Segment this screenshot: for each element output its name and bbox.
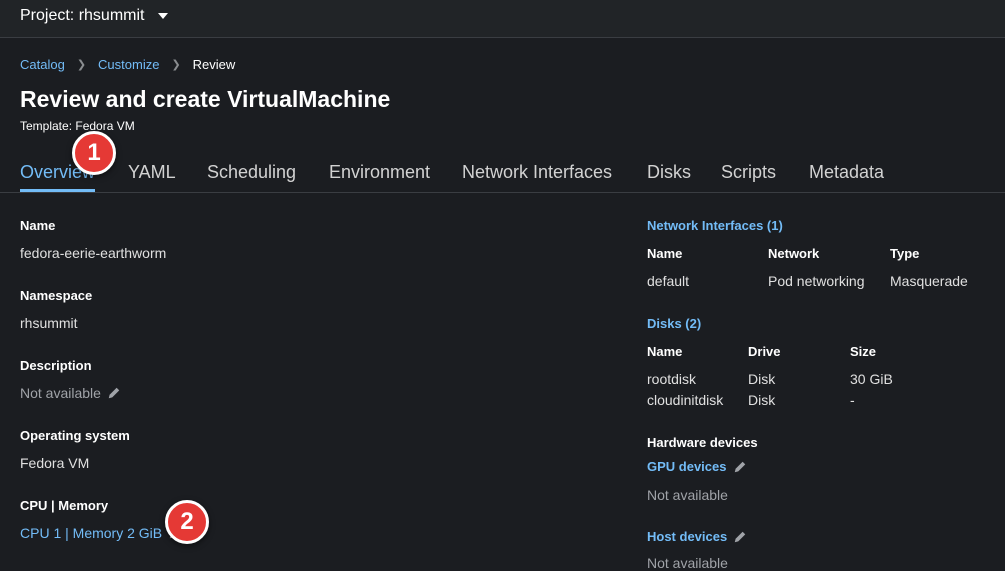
tab-scheduling[interactable]: Scheduling (207, 162, 296, 183)
annotation-marker-1: 1 (72, 131, 116, 175)
ni-row-name: default (647, 273, 690, 289)
name-label: Name (20, 218, 56, 233)
disks-title[interactable]: Disks (2) (647, 316, 701, 331)
host-devices-value: Not available (647, 555, 728, 571)
pencil-icon[interactable] (107, 386, 121, 400)
tab-yaml[interactable]: YAML (128, 162, 176, 183)
tab-metadata[interactable]: Metadata (809, 162, 884, 183)
tab-bar: Overview YAML Scheduling Environment Net… (0, 150, 1005, 193)
disk-col-drive: Drive (748, 344, 781, 359)
disk-row-size: - (850, 392, 855, 408)
disk-row-name: rootdisk (647, 371, 697, 387)
cpu-memory-link[interactable]: CPU 1 | Memory 2 GiB (20, 525, 162, 541)
disk-row-size: 30 GiB (850, 371, 893, 387)
disk-row-drive: Disk (748, 371, 776, 387)
description-field: Not available (20, 385, 121, 401)
breadcrumb-catalog[interactable]: Catalog (20, 57, 65, 72)
project-label: Project: rhsummit (20, 7, 145, 24)
gpu-devices-value: Not available (647, 487, 728, 503)
description-label: Description (20, 358, 92, 373)
host-devices-field: Host devices (647, 529, 747, 544)
active-tab-indicator (20, 189, 95, 192)
description-value: Not available (20, 385, 101, 401)
disk-row-name: cloudinitdisk (647, 392, 724, 408)
annotation-marker-2: 2 (165, 500, 209, 544)
disk-row-drive: Disk (748, 392, 776, 408)
name-value: fedora-eerie-earthworm (20, 245, 167, 261)
gpu-devices-link[interactable]: GPU devices (647, 459, 727, 474)
network-interfaces-title[interactable]: Network Interfaces (1) (647, 218, 783, 233)
os-value: Fedora VM (20, 455, 90, 471)
chevron-right-icon: ❯ (171, 59, 181, 71)
tab-disks[interactable]: Disks (647, 162, 691, 183)
ni-col-name: Name (647, 246, 683, 261)
ni-col-network: Network (768, 246, 820, 261)
os-label: Operating system (20, 428, 130, 443)
ni-col-type: Type (890, 246, 920, 261)
host-devices-link[interactable]: Host devices (647, 529, 727, 544)
disk-col-name: Name (647, 344, 683, 359)
chevron-right-icon: ❯ (76, 59, 87, 71)
page-title: Review and create VirtualMachine (20, 86, 391, 112)
cpu-memory-label: CPU | Memory (20, 498, 109, 513)
project-selector[interactable]: Project: rhsummit (20, 7, 169, 25)
top-bar: Project: rhsummit (0, 0, 1005, 38)
gpu-devices-field: GPU devices (647, 459, 747, 474)
namespace-value: rhsummit (20, 315, 78, 331)
tab-scripts[interactable]: Scripts (721, 162, 776, 183)
tab-environment[interactable]: Environment (329, 162, 430, 183)
tab-network-interfaces[interactable]: Network Interfaces (462, 162, 612, 183)
template-subtitle: Template: Fedora VM (20, 119, 135, 133)
cpu-memory-field: CPU 1 | Memory 2 GiB (20, 525, 182, 541)
pencil-icon[interactable] (733, 530, 747, 544)
breadcrumb-customize[interactable]: Customize (98, 57, 159, 72)
disk-col-size: Size (850, 344, 877, 359)
namespace-label: Namespace (20, 288, 93, 303)
breadcrumb: Catalog ❯ Customize ❯ Review (20, 57, 235, 72)
ni-row-type: Masquerade (890, 273, 968, 289)
caret-down-icon (158, 13, 169, 19)
ni-row-network: Pod networking (768, 273, 865, 289)
breadcrumb-current: Review (192, 57, 236, 72)
pencil-icon[interactable] (733, 460, 747, 474)
hardware-devices-label: Hardware devices (647, 435, 758, 450)
